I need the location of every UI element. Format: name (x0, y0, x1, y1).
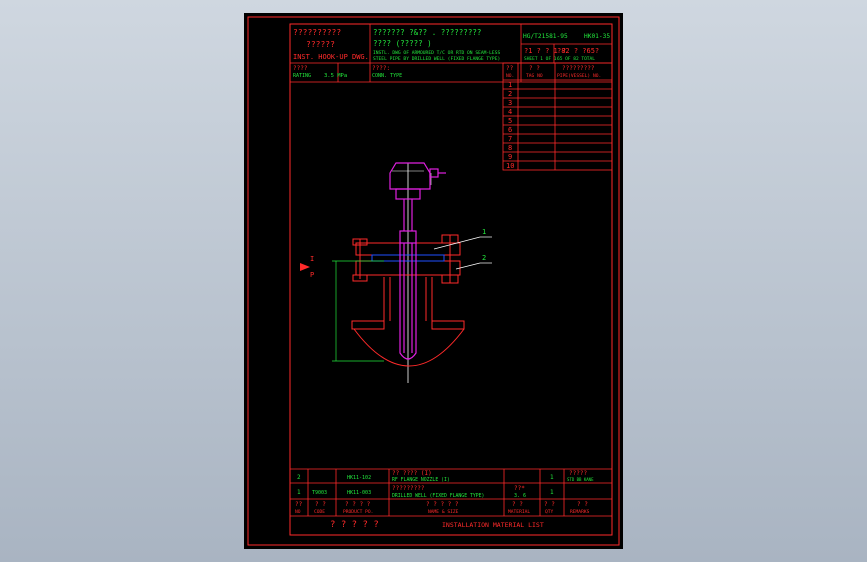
mat-row-1-material-cn: ??* (514, 485, 525, 492)
mat-row-1-name-cn: ????????? (392, 485, 425, 492)
dimension-line (332, 260, 384, 362)
connection-type-cn: ????: (372, 65, 390, 72)
description-en-1: INSTL. DWG OF ARMOURED T/C OR RTD ON SEA… (373, 50, 500, 56)
tag-row-8: 8 (508, 144, 512, 152)
total-sheets-en: 65 OF 82 TOTAL (557, 56, 595, 62)
tag-row-7: 7 (508, 135, 512, 143)
tag-header-pipe-cn: ????????? (562, 65, 595, 72)
mat-header-product-en: PRODUCT PO. (343, 509, 373, 515)
mat-row-1-name-en: DRILLED WELL (FIXED FLANGE TYPE) (392, 493, 484, 499)
section-arrow-icon (300, 263, 310, 271)
tag-table (502, 62, 613, 171)
mat-header-code-cn: ? ? (315, 501, 326, 508)
rating-label: RATING (293, 73, 311, 79)
vessel-shell (353, 328, 465, 367)
inner-frame (289, 23, 613, 536)
tag-row-2: 2 (508, 90, 512, 98)
tag-row-10: 10 (506, 162, 514, 170)
mat-header-product-cn: ? ? ? ? (345, 501, 371, 508)
rating-label-cn: ???? (293, 65, 308, 72)
mat-row-2-remark-cn: ????? (569, 470, 587, 477)
mat-row-2-name-cn: ?? ???? (I) (392, 470, 432, 477)
tag-header-tag-cn: ? ? (529, 65, 540, 72)
total-sheets-cn: ?82 ? ?65? (557, 47, 599, 55)
mat-row-2-name-en: RF FLANGE NOZZLE (I) (392, 477, 450, 483)
mat-row-2-remark-en: STD BB KANE (567, 477, 594, 482)
tag-row-5: 5 (508, 117, 512, 125)
standard-code: HG/T21581-95 (523, 33, 568, 40)
material-list-title-cn: ? ? ? ? ? (330, 520, 379, 530)
tag-row-4: 4 (508, 108, 512, 116)
material-list-grid (290, 468, 612, 517)
mat-header-remarks-en: REMARKS (570, 509, 590, 515)
mat-row-2-qty: 1 (550, 474, 554, 481)
mat-header-no-cn: ?? (295, 501, 303, 508)
description-cn-2: ???? (????? ) (373, 39, 432, 48)
drawing-sheet: ?????????? ?????? INST. HOOK-UP DWG. ???… (244, 13, 623, 549)
mat-row-2-product: HK11-102 (347, 475, 371, 481)
mat-header-name-en: NAME & SIZE (428, 509, 459, 515)
section-label-p: P (310, 271, 314, 279)
mat-header-qty-en: QTY (545, 509, 554, 515)
mat-row-1-code: T9003 (312, 490, 327, 496)
rating-value: 3.5 MPa (324, 73, 347, 79)
mat-header-remarks-cn: ? ? (577, 501, 588, 508)
tag-header-no-en: NO. (506, 73, 514, 79)
tag-header-pipe-en: PIPE(VESSEL) NO. (557, 73, 601, 79)
leader-lines (433, 236, 492, 270)
mat-row-1-material-en: 3. 6 (514, 493, 526, 499)
connection-type-en: CONN. TYPE (372, 73, 402, 79)
sheet-no-en: SHEET 1 OF 1 (524, 56, 557, 62)
bolt-left (352, 238, 368, 282)
mat-row-1-no: 1 (297, 489, 301, 496)
mat-header-no-en: NO (295, 509, 301, 515)
drawing-type-en: INST. HOOK-UP DWG. (293, 53, 369, 61)
tag-row-6: 6 (508, 126, 512, 134)
installation-drawing: I P 1 2 (300, 162, 492, 383)
mat-row-2-no: 2 (297, 474, 301, 481)
description-cn-1: ??????? ?&?? . ????????? (373, 28, 481, 37)
drawing-code: HK01-35 (584, 33, 610, 40)
thermocouple-head (389, 162, 446, 200)
mat-header-name-cn: ? ? ? ? ? (426, 501, 459, 508)
tag-row-9: 9 (508, 153, 512, 161)
mat-header-qty-cn: ? ? (544, 501, 555, 508)
balloon-2: 2 (482, 254, 486, 262)
tag-row-1: 1 (508, 81, 512, 89)
description-en-2: STEEL PIPE BY DRILLED WELL (FIXED FLANGE… (373, 56, 500, 62)
tag-row-numbers: 1 2 3 4 5 6 7 8 9 10 (506, 81, 514, 170)
company-name-cn: ?????????? (293, 28, 341, 37)
company-name-cn-2: ?????? (306, 40, 335, 49)
sheet-border (247, 16, 620, 546)
balloon-1: 1 (482, 228, 486, 236)
material-list-title-en: INSTALLATION MATERIAL LIST (442, 521, 544, 529)
mat-row-1-qty: 1 (550, 489, 554, 496)
tag-row-3: 3 (508, 99, 512, 107)
mat-row-1-product: HK11-003 (347, 490, 371, 496)
mat-header-material-en: MATERIAL (508, 509, 530, 515)
mat-header-material-cn: ? ? (512, 501, 523, 508)
mat-header-code-en: CODE (314, 509, 325, 515)
tag-header-tag-en: TAG NO (526, 73, 543, 79)
section-label: I (310, 255, 314, 263)
tag-header-no-cn: ?? (506, 65, 514, 72)
